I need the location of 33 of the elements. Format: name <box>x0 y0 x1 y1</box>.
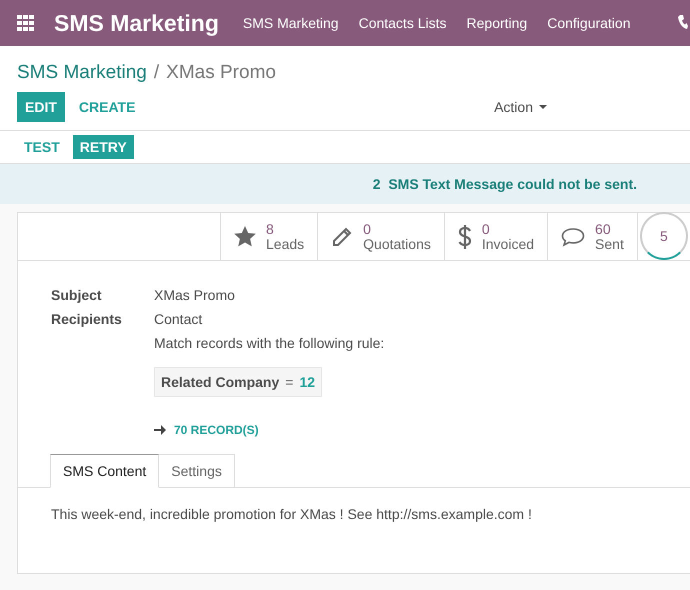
field-label: Recipients <box>51 311 123 327</box>
menu-item[interactable]: Contacts Lists <box>348 15 457 31</box>
primary-button[interactable]: EDIT <box>17 92 65 122</box>
menu-item[interactable]: Reporting <box>456 15 538 31</box>
app-title: SMS Marketing <box>54 10 219 36</box>
link-button[interactable]: CREATE <box>70 92 144 122</box>
breadcrumb-separator: / <box>154 62 160 84</box>
records-link[interactable]: 70 RECORD(S) <box>154 423 690 437</box>
caret-icon <box>539 105 547 109</box>
sms-content-text: This week-end, incredible promotion for XMas ! See http://sms.example.com ! <box>18 487 690 540</box>
alert-message: 2 SMS Text Message could not be sent. <box>372 176 637 192</box>
progress-gauge: 5 <box>640 212 688 260</box>
phone-icon[interactable] <box>678 15 688 29</box>
tab[interactable]: Settings <box>159 454 235 488</box>
tab[interactable]: SMS Content <box>50 454 160 488</box>
rule-description: Match records with the following rule: <box>154 335 386 351</box>
pencil-icon <box>331 226 354 248</box>
apps-menu-icon[interactable] <box>17 15 35 31</box>
menu-item[interactable]: Configuration <box>537 15 640 31</box>
field-value: Contact <box>154 311 204 327</box>
action-dropdown[interactable]: Action <box>488 98 553 116</box>
field-label: Subject <box>51 287 103 303</box>
menu-item[interactable]: SMS Marketing <box>232 15 349 31</box>
star-icon <box>234 226 256 247</box>
arrow-icon <box>154 425 166 435</box>
stat-button[interactable]: 60 Sent <box>547 213 638 260</box>
field-value: XMas Promo <box>154 287 236 303</box>
speech-bubble-icon <box>561 226 586 246</box>
primary-button[interactable]: RETRY <box>72 135 134 159</box>
dollar-icon <box>458 224 472 250</box>
link-button[interactable]: TEST <box>17 135 67 159</box>
breadcrumb-current: XMas Promo <box>166 62 276 84</box>
breadcrumb-link[interactable]: SMS Marketing <box>17 62 147 84</box>
